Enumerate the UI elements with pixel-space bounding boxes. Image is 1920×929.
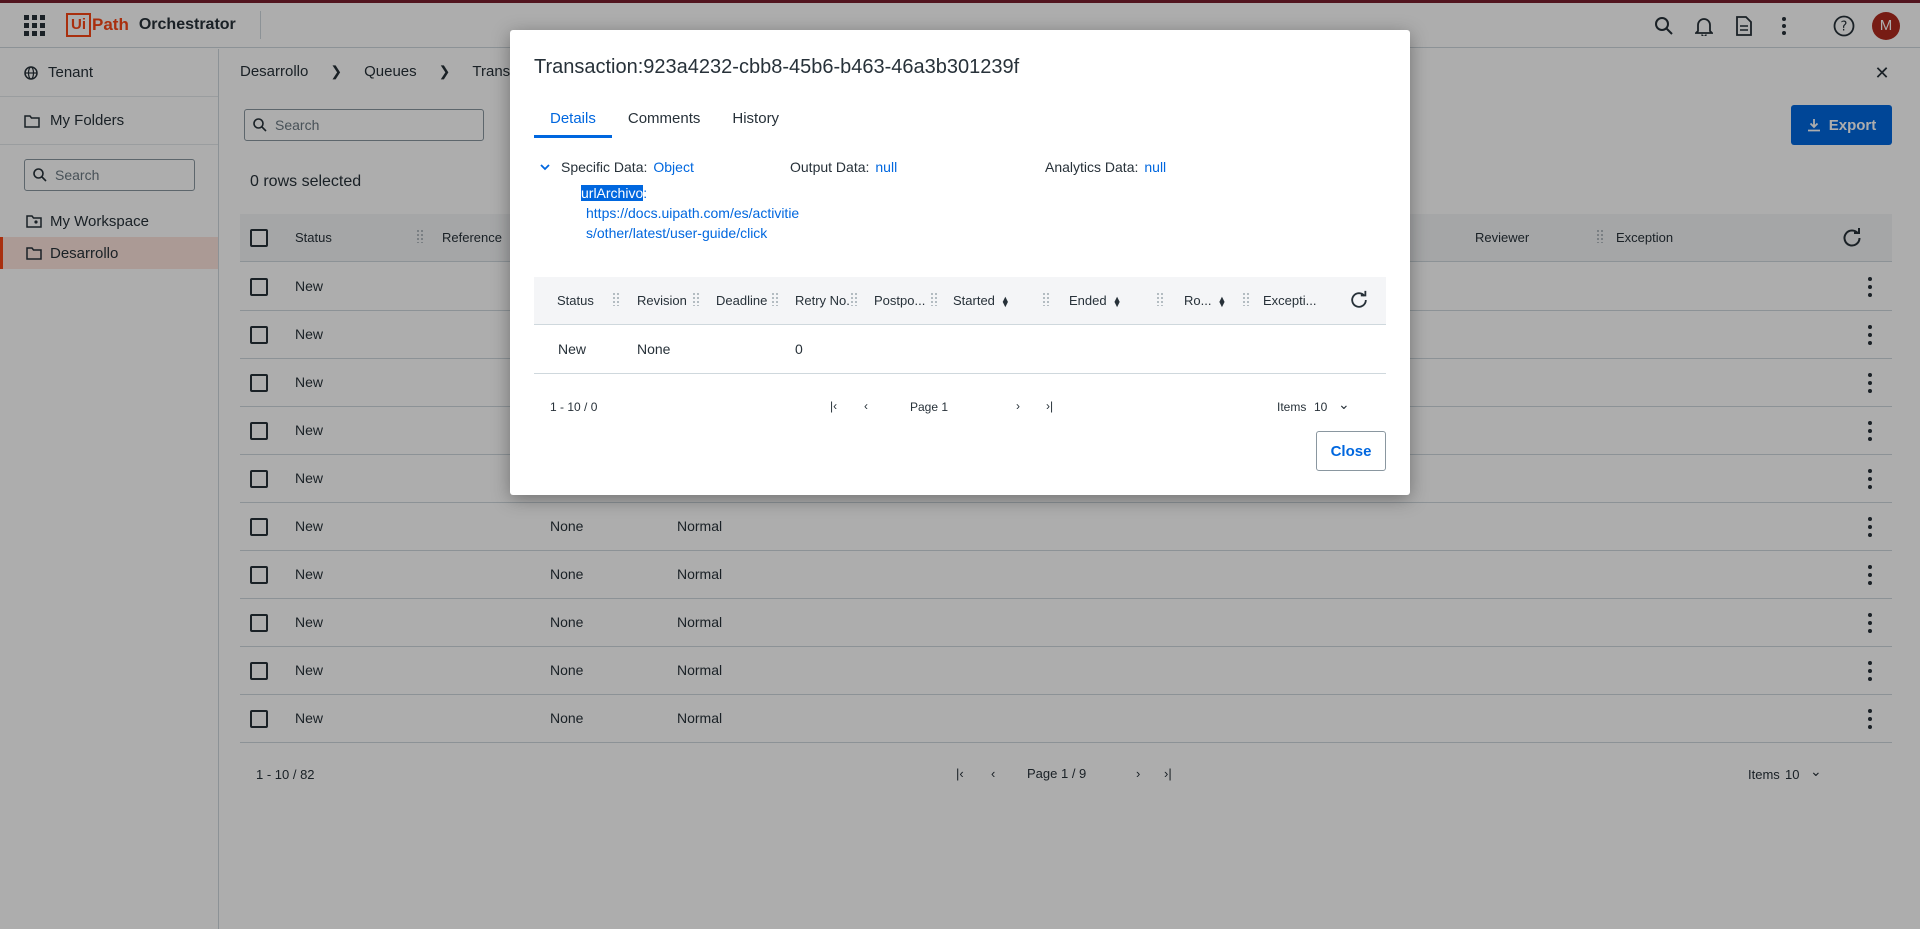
specific-data: Specific Data: Object xyxy=(561,159,694,175)
items-per-page-select[interactable]: 10 xyxy=(1314,400,1327,414)
pager-range: 1 - 10 / 0 xyxy=(550,400,598,414)
sort-icon[interactable]: ▲ ▼ xyxy=(1001,294,1010,308)
column-robot[interactable]: Ro... ▲ ▼ xyxy=(1184,293,1226,308)
tab-details[interactable]: Details xyxy=(534,108,612,138)
column-resize-handle[interactable] xyxy=(771,292,779,306)
column-resize-handle[interactable] xyxy=(612,292,620,306)
history-status: New xyxy=(558,341,587,357)
column-retry-no[interactable]: Retry No. xyxy=(795,293,850,308)
chevron-down-icon[interactable]: ⌄ xyxy=(1338,396,1350,413)
column-resize-handle[interactable] xyxy=(692,292,700,306)
column-status[interactable]: Status xyxy=(557,293,594,308)
specific-data-fields: urlArchivo: https://docs.uipath.com/es/a… xyxy=(581,183,801,243)
sort-icon[interactable]: ▲ ▼ xyxy=(1113,294,1122,308)
field-value-link[interactable]: https://docs.uipath.com/es/activities/ot… xyxy=(581,203,801,243)
column-deadline[interactable]: Deadline xyxy=(716,293,767,308)
history-row[interactable]: New None 0 xyxy=(534,326,1386,374)
sort-icon[interactable]: ▲ ▼ xyxy=(1217,294,1226,308)
tab-comments[interactable]: Comments xyxy=(612,108,717,138)
refresh-icon[interactable] xyxy=(1349,290,1369,310)
column-resize-handle[interactable] xyxy=(1242,292,1250,306)
column-postponed[interactable]: Postpo... xyxy=(874,293,925,308)
previous-page-icon[interactable]: ‹ xyxy=(864,399,868,413)
column-resize-handle[interactable] xyxy=(1156,292,1164,306)
dialog-title: Transaction:923a4232-cbb8-45b6-b463-46a3… xyxy=(534,56,1020,78)
output-data: Output Data: null xyxy=(790,159,897,175)
history-grid-header: Status Revision Deadline Retry No. Postp… xyxy=(534,277,1386,325)
dialog-tabs: Details Comments History xyxy=(534,108,795,138)
column-resize-handle[interactable] xyxy=(850,292,858,306)
analytics-data: Analytics Data: null xyxy=(1045,159,1166,175)
first-page-icon[interactable]: |‹ xyxy=(830,399,837,413)
analytics-data-value: null xyxy=(1144,159,1167,175)
column-ended[interactable]: Ended ▲ ▼ xyxy=(1069,293,1122,308)
field-colon: : xyxy=(643,185,648,201)
items-label: Items xyxy=(1277,400,1307,414)
column-ended-label: Ended xyxy=(1069,293,1107,308)
column-resize-handle[interactable] xyxy=(1042,292,1050,306)
tab-history[interactable]: History xyxy=(716,108,795,138)
last-page-icon[interactable]: ›| xyxy=(1046,399,1053,413)
specific-data-label: Specific Data: xyxy=(561,159,648,175)
column-started-label: Started xyxy=(953,293,995,308)
column-robot-label: Ro... xyxy=(1184,293,1212,308)
column-revision[interactable]: Revision xyxy=(637,293,687,308)
history-revision: None xyxy=(637,341,671,357)
history-retry: 0 xyxy=(795,341,803,357)
chevron-down-icon[interactable] xyxy=(540,162,550,172)
column-resize-handle[interactable] xyxy=(930,292,938,306)
output-data-value: null xyxy=(875,159,898,175)
next-page-icon[interactable]: › xyxy=(1016,399,1020,413)
transaction-dialog: Transaction:923a4232-cbb8-45b6-b463-46a3… xyxy=(510,30,1410,495)
column-exception[interactable]: Excepti... xyxy=(1263,293,1316,308)
specific-data-value[interactable]: Object xyxy=(653,159,693,175)
output-data-label: Output Data: xyxy=(790,159,870,175)
pager-page: Page 1 xyxy=(910,400,949,414)
field-key: urlArchivo xyxy=(581,185,644,201)
column-started[interactable]: Started ▲ ▼ xyxy=(953,293,1010,308)
close-button[interactable]: Close xyxy=(1316,431,1386,471)
analytics-data-label: Analytics Data: xyxy=(1045,159,1139,175)
